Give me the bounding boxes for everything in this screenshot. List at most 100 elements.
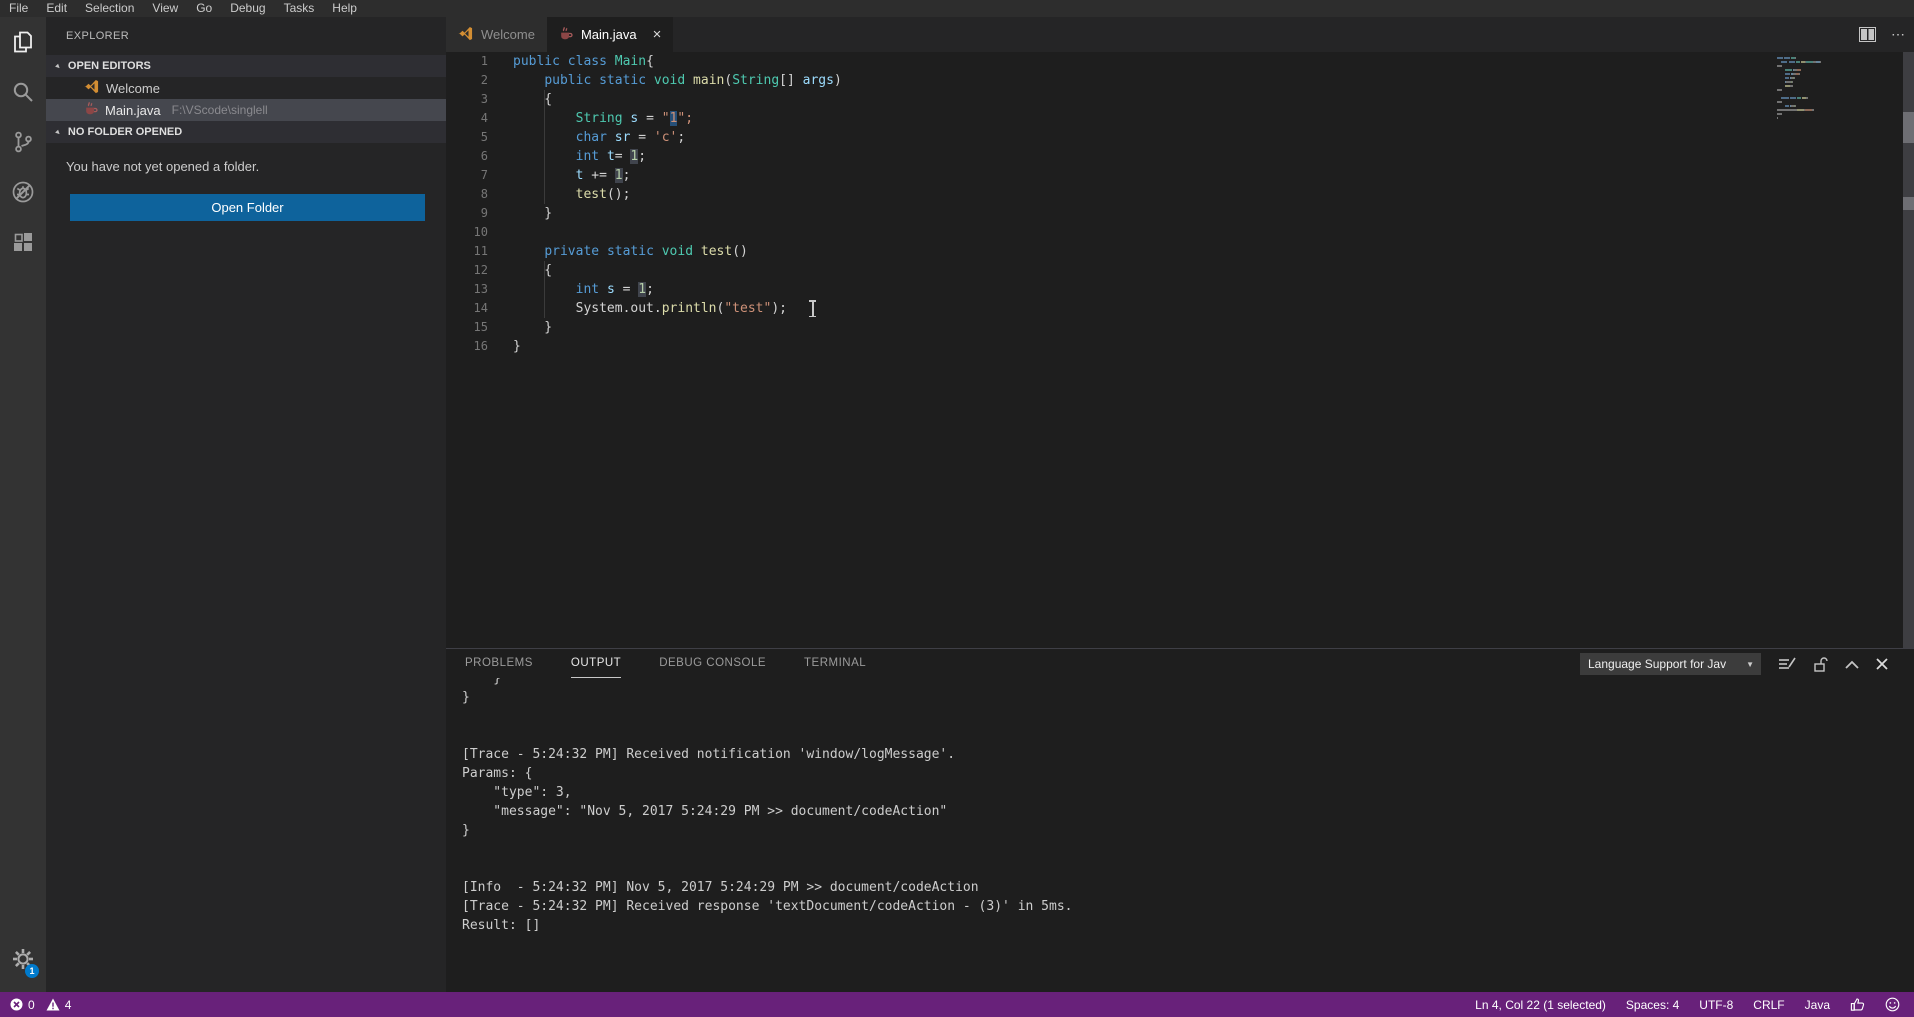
code-line-10[interactable]: 10 xyxy=(446,223,1914,242)
breakpoint-gutter[interactable] xyxy=(446,52,460,71)
problems-status[interactable]: 0 4 xyxy=(10,998,71,1012)
output-line: } xyxy=(462,688,1894,707)
code-editor[interactable]: 1public class Main{2 public static void … xyxy=(446,52,1914,648)
feedback-thumbs-up-icon[interactable] xyxy=(1850,997,1865,1012)
breakpoint-gutter[interactable] xyxy=(446,280,460,299)
minimap[interactable] xyxy=(1777,57,1902,121)
status-spaces-4[interactable]: Spaces: 4 xyxy=(1626,998,1679,1012)
menu-item-selection[interactable]: Selection xyxy=(76,0,143,17)
code-line-5[interactable]: 5 char sr = 'c'; xyxy=(446,128,1914,147)
file-label: Main.java xyxy=(105,103,161,118)
debug-icon[interactable] xyxy=(0,167,46,217)
breakpoint-gutter[interactable] xyxy=(446,223,460,242)
search-icon[interactable] xyxy=(0,67,46,117)
twistie-icon: ▼ xyxy=(53,127,64,138)
line-number: 16 xyxy=(460,337,488,356)
menu-item-help[interactable]: Help xyxy=(323,0,366,17)
menu-item-view[interactable]: View xyxy=(143,0,187,17)
breakpoint-gutter[interactable] xyxy=(446,318,460,337)
panel-tab-terminal[interactable]: TERMINAL xyxy=(804,649,866,677)
breakpoint-gutter[interactable] xyxy=(446,185,460,204)
split-editor-icon[interactable] xyxy=(1859,27,1876,42)
status-utf-8[interactable]: UTF-8 xyxy=(1699,998,1733,1012)
twistie-icon: ▼ xyxy=(53,61,64,72)
workbench: 1 EXPLORER ▼ OPEN EDITORS WelcomeMain.ja… xyxy=(0,17,1914,992)
line-number: 3 xyxy=(460,90,488,109)
code-line-11[interactable]: 11 private static void test() xyxy=(446,242,1914,261)
code-line-3[interactable]: 3 { xyxy=(446,90,1914,109)
code-line-12[interactable]: 12 { xyxy=(446,261,1914,280)
open-editors-header[interactable]: ▼ OPEN EDITORS xyxy=(46,55,446,77)
clear-output-icon[interactable] xyxy=(1778,656,1796,672)
breakpoint-gutter[interactable] xyxy=(446,109,460,128)
breakpoint-gutter[interactable] xyxy=(446,147,460,166)
code-line-14[interactable]: 14 System.out.println("test"); xyxy=(446,299,1914,318)
output-line xyxy=(462,859,1894,878)
output-channel-select[interactable]: Language Support for Jav ▼ xyxy=(1580,653,1761,675)
status-crlf[interactable]: CRLF xyxy=(1753,998,1784,1012)
breakpoint-gutter[interactable] xyxy=(446,90,460,109)
close-tab-icon[interactable]: × xyxy=(653,27,662,42)
warning-count: 4 xyxy=(65,998,72,1012)
breakpoint-gutter[interactable] xyxy=(446,204,460,223)
error-icon xyxy=(10,998,23,1011)
breakpoint-gutter[interactable] xyxy=(446,337,460,356)
code-line-13[interactable]: 13 int s = 1; xyxy=(446,280,1914,299)
no-folder-message: You have not yet opened a folder. xyxy=(46,143,446,182)
tab-main-java[interactable]: Main.java× xyxy=(547,17,673,52)
menu-item-debug[interactable]: Debug xyxy=(221,0,274,17)
bottom-panel: PROBLEMS OUTPUT DEBUG CONSOLE TERMINAL Lang… xyxy=(446,648,1914,992)
code-line-9[interactable]: 9 } xyxy=(446,204,1914,223)
code-line-7[interactable]: 7 t += 1; xyxy=(446,166,1914,185)
code-line-15[interactable]: 15 } xyxy=(446,318,1914,337)
line-number: 15 xyxy=(460,318,488,337)
maximize-panel-icon[interactable] xyxy=(1845,660,1859,669)
tab-welcome[interactable]: Welcome xyxy=(446,17,547,52)
overview-ruler-decoration xyxy=(1903,112,1914,143)
status-java[interactable]: Java xyxy=(1805,998,1830,1012)
line-number: 4 xyxy=(460,109,488,128)
code-line-6[interactable]: 6 int t= 1; xyxy=(446,147,1914,166)
smiley-feedback-icon[interactable] xyxy=(1885,997,1900,1012)
menu-item-edit[interactable]: Edit xyxy=(37,0,76,17)
code-line-2[interactable]: 2 public static void main(String[] args) xyxy=(446,71,1914,90)
menu-item-file[interactable]: File xyxy=(0,0,37,17)
breakpoint-gutter[interactable] xyxy=(446,166,460,185)
more-actions-icon[interactable]: ⋯ xyxy=(1891,26,1906,43)
code-line-1[interactable]: 1public class Main{ xyxy=(446,52,1914,71)
status-bar: 0 4 Ln 4, Col 22 (1 selected) Spaces: 4 UT… xyxy=(0,992,1914,1017)
panel-tab-problems[interactable]: PROBLEMS xyxy=(465,649,533,677)
source-control-icon[interactable] xyxy=(0,117,46,167)
code-line-16[interactable]: 16} xyxy=(446,337,1914,356)
output-log[interactable]: }} [Trace - 5:24:32 PM] Received notific… xyxy=(462,678,1894,935)
code-line-8[interactable]: 8 test(); xyxy=(446,185,1914,204)
menu-item-tasks[interactable]: Tasks xyxy=(275,0,324,17)
explorer-icon[interactable] xyxy=(0,17,46,67)
open-editor-welcome[interactable]: Welcome xyxy=(46,77,446,99)
line-number: 1 xyxy=(460,52,488,71)
indent-guide xyxy=(544,90,545,204)
no-folder-header[interactable]: ▼ NO FOLDER OPENED xyxy=(46,121,446,143)
line-number: 11 xyxy=(460,242,488,261)
breakpoint-gutter[interactable] xyxy=(446,261,460,280)
menu-item-go[interactable]: Go xyxy=(187,0,221,17)
breakpoint-gutter[interactable] xyxy=(446,128,460,147)
open-folder-button[interactable]: Open Folder xyxy=(70,194,425,221)
extensions-icon[interactable] xyxy=(0,217,46,267)
open-editor-main-java[interactable]: Main.javaF:\VScode\singlell xyxy=(46,99,446,121)
breakpoint-gutter[interactable] xyxy=(446,299,460,318)
code-line-4[interactable]: 4 String s = "1"; xyxy=(446,109,1914,128)
open-editors-label: OPEN EDITORS xyxy=(68,60,151,72)
settings-gear-icon[interactable]: 1 xyxy=(0,934,46,984)
close-panel-icon[interactable] xyxy=(1876,658,1888,670)
breakpoint-gutter[interactable] xyxy=(446,71,460,90)
unlock-scroll-icon[interactable] xyxy=(1813,656,1828,673)
line-number: 9 xyxy=(460,204,488,223)
file-label: Welcome xyxy=(106,81,160,96)
status-ln-4-col-22-1-selected-[interactable]: Ln 4, Col 22 (1 selected) xyxy=(1475,998,1606,1012)
chevron-down-icon: ▼ xyxy=(1746,660,1754,669)
output-line: "type": 3, xyxy=(462,783,1894,802)
panel-tab-output[interactable]: OUTPUT xyxy=(571,649,621,678)
breakpoint-gutter[interactable] xyxy=(446,242,460,261)
panel-tab-debug-console[interactable]: DEBUG CONSOLE xyxy=(659,649,766,677)
